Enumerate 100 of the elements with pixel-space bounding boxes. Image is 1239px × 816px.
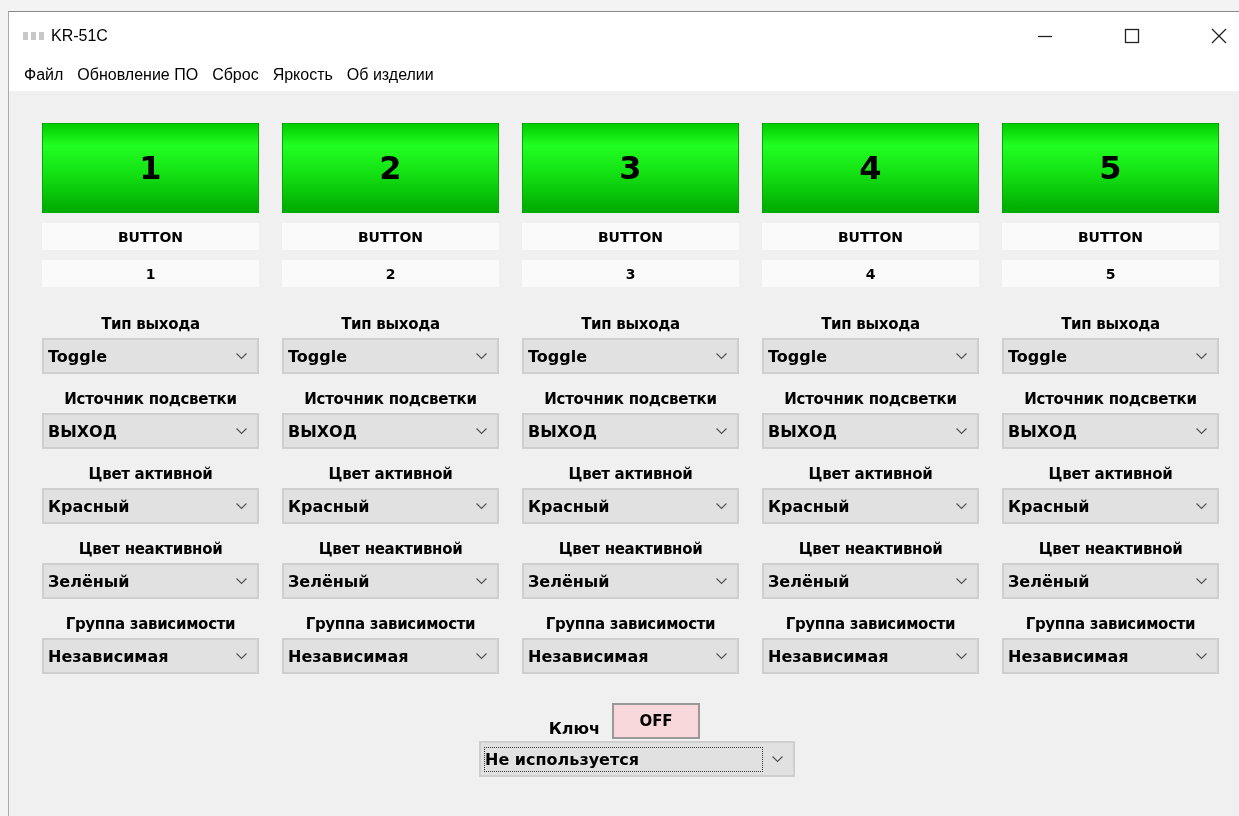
field-label: Источник подсветки	[543, 389, 718, 410]
field-label: Группа зависимости	[304, 614, 477, 635]
field-label: Цвет неактивной	[797, 539, 944, 560]
dropdown[interactable]: Toggle	[1002, 338, 1219, 374]
channel-type: BUTTON	[282, 223, 499, 250]
chevron-icon	[236, 352, 247, 360]
channel-type: BUTTON	[522, 223, 739, 250]
chevron-icon	[1196, 352, 1207, 360]
chevron-icon	[236, 652, 247, 660]
dropdown[interactable]: Красный	[42, 488, 259, 524]
channel-button[interactable]: 1	[42, 123, 259, 213]
channel-type: BUTTON	[762, 223, 979, 250]
close-icon[interactable]	[1211, 27, 1227, 44]
channel-button[interactable]: 4	[762, 123, 979, 213]
chevron-icon	[716, 352, 727, 360]
chevron-icon	[236, 427, 247, 435]
dropdown[interactable]: Независимая	[1002, 638, 1219, 674]
chevron-icon	[716, 427, 727, 435]
field-label: Цвет неактивной	[317, 539, 464, 560]
dropdown[interactable]: Toggle	[42, 338, 259, 374]
field-label: Группа зависимости	[784, 614, 957, 635]
dropdown[interactable]: Независимая	[282, 638, 499, 674]
dropdown[interactable]: ВЫХОД	[1002, 413, 1219, 449]
dropdown[interactable]: ВЫХОД	[522, 413, 739, 449]
dropdown[interactable]: ВЫХОД	[282, 413, 499, 449]
dropdown[interactable]: Независимая	[42, 638, 259, 674]
chevron-icon	[236, 577, 247, 585]
key-label: Ключ	[548, 718, 600, 738]
channel-type: BUTTON	[42, 223, 259, 250]
chevron-icon	[476, 577, 487, 585]
logo-icon	[23, 30, 45, 41]
chevron-icon	[236, 502, 247, 510]
field-label: Источник подсветки	[1023, 389, 1198, 410]
field-label: Цвет активной	[327, 464, 454, 485]
channel-button[interactable]: 3	[522, 123, 739, 213]
dropdown[interactable]: Toggle	[762, 338, 979, 374]
dropdown[interactable]: Красный	[762, 488, 979, 524]
field-label: Тип выхода	[100, 314, 201, 335]
dropdown[interactable]: Зелёный	[522, 563, 739, 599]
chevron-icon	[956, 652, 967, 660]
dropdown[interactable]: Красный	[522, 488, 739, 524]
maximize-icon[interactable]	[1124, 27, 1140, 44]
field-label: Тип выхода	[820, 314, 921, 335]
channel-index: 1	[42, 260, 259, 287]
window-title: KR-51C	[51, 26, 108, 45]
key-toggle-button[interactable]: OFF	[612, 703, 700, 739]
field-label: Источник подсветки	[303, 389, 478, 410]
chevron-icon	[476, 427, 487, 435]
chevron-icon	[716, 652, 727, 660]
dropdown[interactable]: ВЫХОД	[42, 413, 259, 449]
field-label: Тип выхода	[340, 314, 441, 335]
channel-index: 4	[762, 260, 979, 287]
chevron-icon	[956, 577, 967, 585]
channel-index: 3	[522, 260, 739, 287]
key-mode-dropdown[interactable]: Не используется	[479, 741, 795, 777]
chevron-icon	[956, 352, 967, 360]
menu-item[interactable]: Яркость	[265, 66, 340, 84]
channel-index: 2	[282, 260, 499, 287]
menu-item[interactable]: Файл	[17, 66, 71, 84]
dropdown[interactable]: Независимая	[762, 638, 979, 674]
dropdown[interactable]: Toggle	[282, 338, 499, 374]
chevron-icon	[956, 502, 967, 510]
dropdown[interactable]: Toggle	[522, 338, 739, 374]
chevron-icon	[772, 755, 783, 763]
field-label: Цвет неактивной	[557, 539, 704, 560]
chevron-icon	[476, 652, 487, 660]
channel-index: 5	[1002, 260, 1219, 287]
chevron-icon	[1196, 427, 1207, 435]
channel-button[interactable]: 2	[282, 123, 499, 213]
dropdown[interactable]: Зелёный	[762, 563, 979, 599]
dropdown[interactable]: Красный	[1002, 488, 1219, 524]
dropdown[interactable]: Зелёный	[42, 563, 259, 599]
field-label: Источник подсветки	[783, 389, 958, 410]
dropdown[interactable]: Зелёный	[282, 563, 499, 599]
field-label: Цвет активной	[807, 464, 934, 485]
field-label: Тип выхода	[1060, 314, 1161, 335]
field-label: Группа зависимости	[1024, 614, 1197, 635]
dropdown[interactable]: ВЫХОД	[762, 413, 979, 449]
chevron-icon	[1196, 652, 1207, 660]
chevron-icon	[1196, 577, 1207, 585]
field-label: Цвет активной	[1047, 464, 1174, 485]
field-label: Цвет неактивной	[77, 539, 224, 560]
field-label: Цвет активной	[87, 464, 214, 485]
chevron-icon	[476, 352, 487, 360]
channel-button[interactable]: 5	[1002, 123, 1219, 213]
field-label: Группа зависимости	[64, 614, 237, 635]
field-label: Цвет неактивной	[1037, 539, 1184, 560]
chevron-icon	[476, 502, 487, 510]
field-label: Тип выхода	[580, 314, 681, 335]
menu-item[interactable]: Обновление ПО	[70, 66, 206, 84]
menu-item[interactable]: Об изделии	[339, 66, 441, 84]
menu-item[interactable]: Сброс	[205, 66, 266, 84]
chevron-icon	[716, 577, 727, 585]
chevron-icon	[956, 427, 967, 435]
field-label: Источник подсветки	[63, 389, 238, 410]
dropdown[interactable]: Независимая	[522, 638, 739, 674]
chevron-icon	[716, 502, 727, 510]
dropdown[interactable]: Красный	[282, 488, 499, 524]
dropdown[interactable]: Зелёный	[1002, 563, 1219, 599]
field-label: Цвет активной	[567, 464, 694, 485]
